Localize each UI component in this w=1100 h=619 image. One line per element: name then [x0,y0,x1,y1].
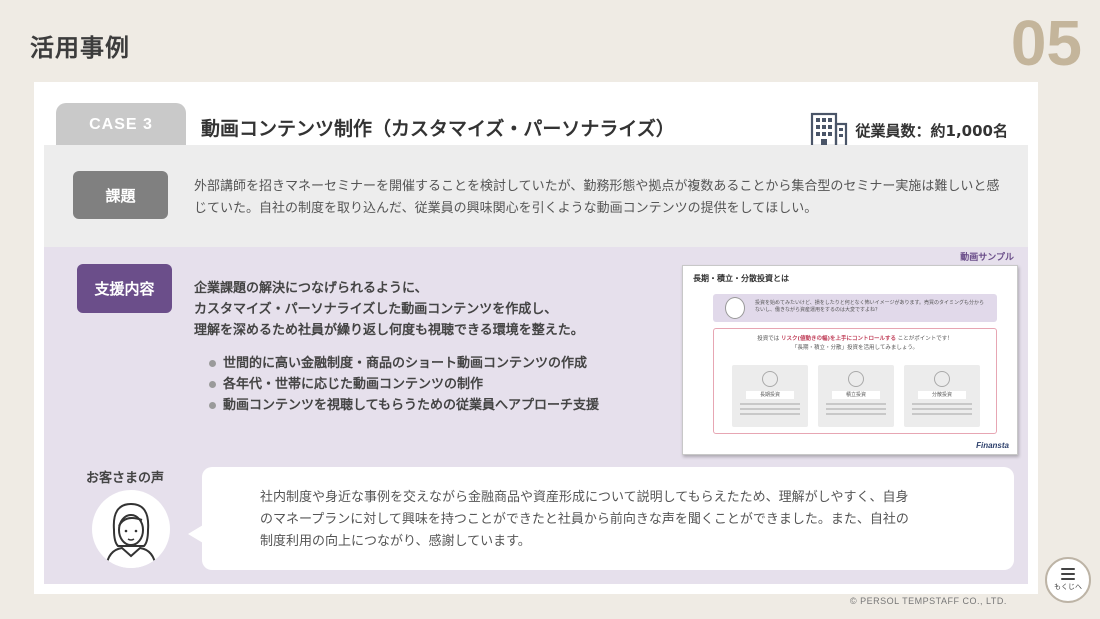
problem-text: 外部講師を招きマネーセミナーを開催することを検討していたが、勤務形態や拠点が複数… [194,179,1000,216]
page-title: 活用事例 [30,34,130,62]
support-intro-line: カスタマイズ・パーソナライズした動画コンテンツを作成し、 [194,302,558,317]
sample-tile-name: 積立投資 [832,391,880,399]
building-icon [810,112,847,148]
case-tab: CASE 3 [56,103,186,147]
employee-count-text: 従業員数：約1,000名 [855,121,1008,140]
voice-label: お客さまの声 [86,471,165,486]
sample-box-head: 投資では リスク(値動きの幅)を上手にコントロールする ことがポイントです！ 「… [714,335,996,353]
sample-bubble-text: 投資を始めてみたいけど、損をしたりと何となく怖いイメージがあります。売買のタイミ… [755,300,985,313]
finansta-logo: Finansta [976,441,1009,450]
support-bullets: 世間的に高い金融制度・商品のショート動画コンテンツの作成 各年代・世帯に応じた動… [209,353,599,416]
sample-box-prefix: 投資では [757,336,780,342]
voice-text-line: のマネープランに対して興味を持つことができたと社員から前向きな声を聞くことができ… [260,512,909,527]
sample-tile-text-lines [826,403,886,418]
support-section: 支援内容 企業課題の解決につなげられるように、 カスタマイズ・パーソナライズした… [44,247,1028,584]
clock-icon [762,371,778,387]
diversify-icon [934,371,950,387]
sample-tile-text-lines [912,403,972,418]
support-bullet: 動画コンテンツを視聴してもらうための従業員へアプローチ支援 [209,395,599,416]
problem-label: 課題 [73,171,168,219]
problem-section: 課題 外部講師を招きマネーセミナーを開催することを検討していたが、勤務形態や拠点… [44,145,1028,247]
sample-person-icon [725,297,745,319]
sample-speech-bubble: 投資を始めてみたいけど、損をしたりと何となく怖いイメージがあります。売買のタイミ… [713,294,997,322]
sample-point-box: 投資では リスク(値動きの幅)を上手にコントロールする ことがポイントです！ 「… [713,328,997,434]
support-bullet: 各年代・世帯に応じた動画コンテンツの制作 [209,374,599,395]
voice-text-line: 制度利用の向上につながり、感謝しています。 [260,534,531,549]
sample-label: 動画サンプル [960,253,1014,263]
video-sample-thumbnail[interactable]: 長期・積立・分散投資とは 投資を始めてみたいけど、損をしたりと何となく怖いイメー… [682,265,1018,455]
support-intro-line: 理解を深めるため社員が繰り返し何度も視聴できる環境を整えた。 [194,323,584,338]
toc-button[interactable]: もくじへ [1045,557,1091,603]
menu-icon [1061,568,1075,580]
employee-count: 従業員数：約1,000名 [810,112,1008,148]
sample-tiles: 長期投資 積立投資 分散投資 [732,365,980,427]
sample-box-suffix: ことがポイントです！ [897,336,953,342]
page-number: 05 [1010,7,1082,79]
coins-icon [848,371,864,387]
support-intro: 企業課題の解決につなげられるように、 カスタマイズ・パーソナライズした動画コンテ… [194,278,664,341]
case-panel: CASE 3 動画コンテンツ制作（カスタマイズ・パーソナライズ） 従業員数：約1… [34,82,1038,594]
sample-tile: 積立投資 [818,365,894,427]
sample-box-line2: 「長期・積立・分散」投資を活用してみましょう。 [791,345,918,351]
sample-tile: 長期投資 [732,365,808,427]
voice-text-line: 社内制度や身近な事例を交えながら金融商品や資産形成について説明してもらえたため、… [260,490,909,505]
sample-tile-text-lines [740,403,800,418]
case-title: 動画コンテンツ制作（カスタマイズ・パーソナライズ） [201,118,675,140]
copyright: © PERSOL TEMPSTAFF CO., LTD. [850,596,1007,606]
support-intro-line: 企業課題の解決につなげられるように、 [194,281,428,296]
sample-box-highlight: リスク(値動きの幅)を上手にコントロールする [780,336,897,342]
voice-text: 社内制度や身近な事例を交えながら金融商品や資産形成について説明してもらえたため、… [260,487,980,553]
voice-speech-bubble: 社内制度や身近な事例を交えながら金融商品や資産形成について説明してもらえたため、… [188,467,1014,570]
toc-label: もくじへ [1054,583,1082,591]
customer-avatar-icon [92,490,170,568]
sample-title: 長期・積立・分散投資とは [693,274,789,283]
support-bullet: 世間的に高い金融制度・商品のショート動画コンテンツの作成 [209,353,599,374]
sample-tile-name: 分散投資 [918,391,966,399]
sample-tile: 分散投資 [904,365,980,427]
support-label: 支援内容 [77,264,172,313]
sample-tile-name: 長期投資 [746,391,794,399]
